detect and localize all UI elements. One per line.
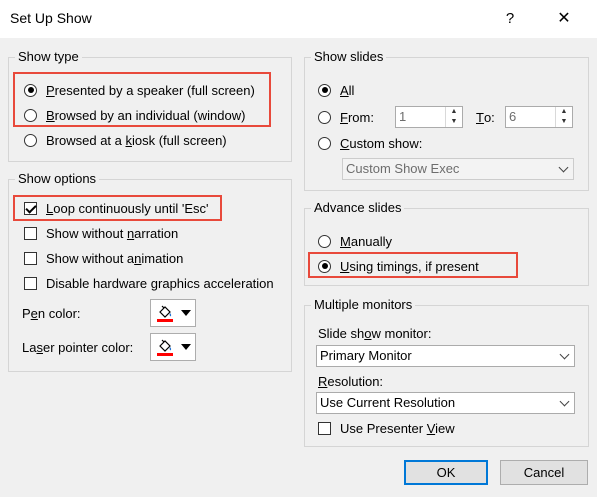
checkbox[interactable] [24,276,37,290]
dropdown-arrow-icon [181,344,191,350]
checkbox[interactable] [24,251,37,265]
radio-all-slides[interactable]: All [318,80,354,100]
radio-button[interactable] [318,110,331,124]
to-spinner[interactable]: 6 ▲ ▼ [505,106,573,128]
show-type-legend: Show type [15,49,82,65]
show-slides-legend: Show slides [311,49,387,65]
radio-manually[interactable]: Manually [318,231,392,251]
to-label: To: [476,109,495,125]
checkbox-without-narration[interactable]: Show without narration [24,223,178,243]
radio-using-timings[interactable]: Using timings, if present [318,256,479,276]
checkbox-label: Show without narration [46,225,179,241]
slide-show-monitor-select[interactable]: Primary Monitor [316,345,575,367]
paint-bucket-icon [157,305,173,322]
radio-button[interactable] [24,83,37,97]
advance-slides-legend: Advance slides [311,200,405,216]
radio-button[interactable] [318,234,331,248]
checkbox-presenter-view[interactable]: Use Presenter View [318,418,455,438]
radio-button[interactable] [24,133,37,147]
radio-label: Custom show: [340,135,423,151]
radio-label: Using timings, if present [340,258,479,274]
spin-up-icon[interactable]: ▲ [556,107,572,117]
radio-label: Manually [340,233,393,249]
dialog-title: Set Up Show [10,10,92,26]
show-options-legend: Show options [15,171,100,187]
spin-down-icon[interactable]: ▼ [446,117,462,127]
radio-button[interactable] [318,259,331,273]
laser-color-label: La s er pointer color: [22,339,134,355]
chevron-down-icon [553,159,573,179]
chevron-down-icon [554,393,574,413]
radio-button[interactable] [318,136,331,150]
spin-up-icon[interactable]: ▲ [446,107,462,117]
radio-custom-show[interactable]: Custom show: [318,133,422,153]
radio-browsed-by-individual[interactable]: Browsed by an individual (window) [24,105,245,125]
resolution-value: Use Current Resolution [320,395,456,410]
help-button[interactable]: ? [498,6,522,32]
multiple-monitors-legend: Multiple monitors [311,297,416,313]
monitor-value: Primary Monitor [320,348,412,363]
checkbox-loop-continuously[interactable]: Loop continuously until 'Esc' [24,198,209,218]
radio-from-slide[interactable]: From: [318,107,374,127]
laser-color-button[interactable] [150,333,196,361]
radio-button[interactable] [24,108,37,122]
cancel-button[interactable]: Cancel [500,460,588,485]
checkbox[interactable] [24,226,37,240]
spin-down-icon[interactable]: ▼ [556,117,572,127]
custom-show-select[interactable]: Custom Show Exec [342,158,574,180]
radio-button[interactable] [318,83,331,97]
checkbox[interactable] [318,421,331,435]
from-value: 1 [399,109,407,124]
chevron-down-icon [554,346,574,366]
slide-show-monitor-label: Slide sh o w monitor: [318,325,432,341]
checkbox-disable-hardware-acceleration[interactable]: Disable hardware graphics acceleration [24,273,274,293]
custom-show-value: Custom Show Exec [346,161,460,176]
checkbox-label: Use Presenter View [340,420,455,436]
close-icon[interactable]: ✕ [550,6,578,32]
pen-color-label: Pen color: [22,305,81,321]
paint-bucket-icon [157,339,173,356]
resolution-label: Resolution: [318,373,384,389]
dropdown-arrow-icon [181,310,191,316]
checkbox-label: Loop continuously until 'Esc' [46,200,209,216]
radio-label: From: [340,109,374,125]
radio-label: All [340,82,355,98]
checkbox-label: Disable hardware graphics acceleration [46,275,274,291]
to-value: 6 [509,109,517,124]
ok-button[interactable]: OK [404,460,488,485]
from-spinner[interactable]: 1 ▲ ▼ [395,106,463,128]
radio-label: Browsed by an individual (window) [46,107,246,123]
checkbox-label: Show without animation [46,250,184,266]
resolution-select[interactable]: Use Current Resolution [316,392,575,414]
checkbox[interactable] [24,201,37,215]
checkbox-without-animation[interactable]: Show without animation [24,248,183,268]
radio-label: Presented by a speaker (full screen) [46,82,255,98]
pen-color-button[interactable] [150,299,196,327]
radio-presented-by-speaker[interactable]: Presented by a speaker (full screen) [24,80,255,100]
radio-label: Browsed at a kiosk (full screen) [46,132,227,148]
radio-browsed-at-kiosk[interactable]: Browsed at a kiosk (full screen) [24,130,227,150]
